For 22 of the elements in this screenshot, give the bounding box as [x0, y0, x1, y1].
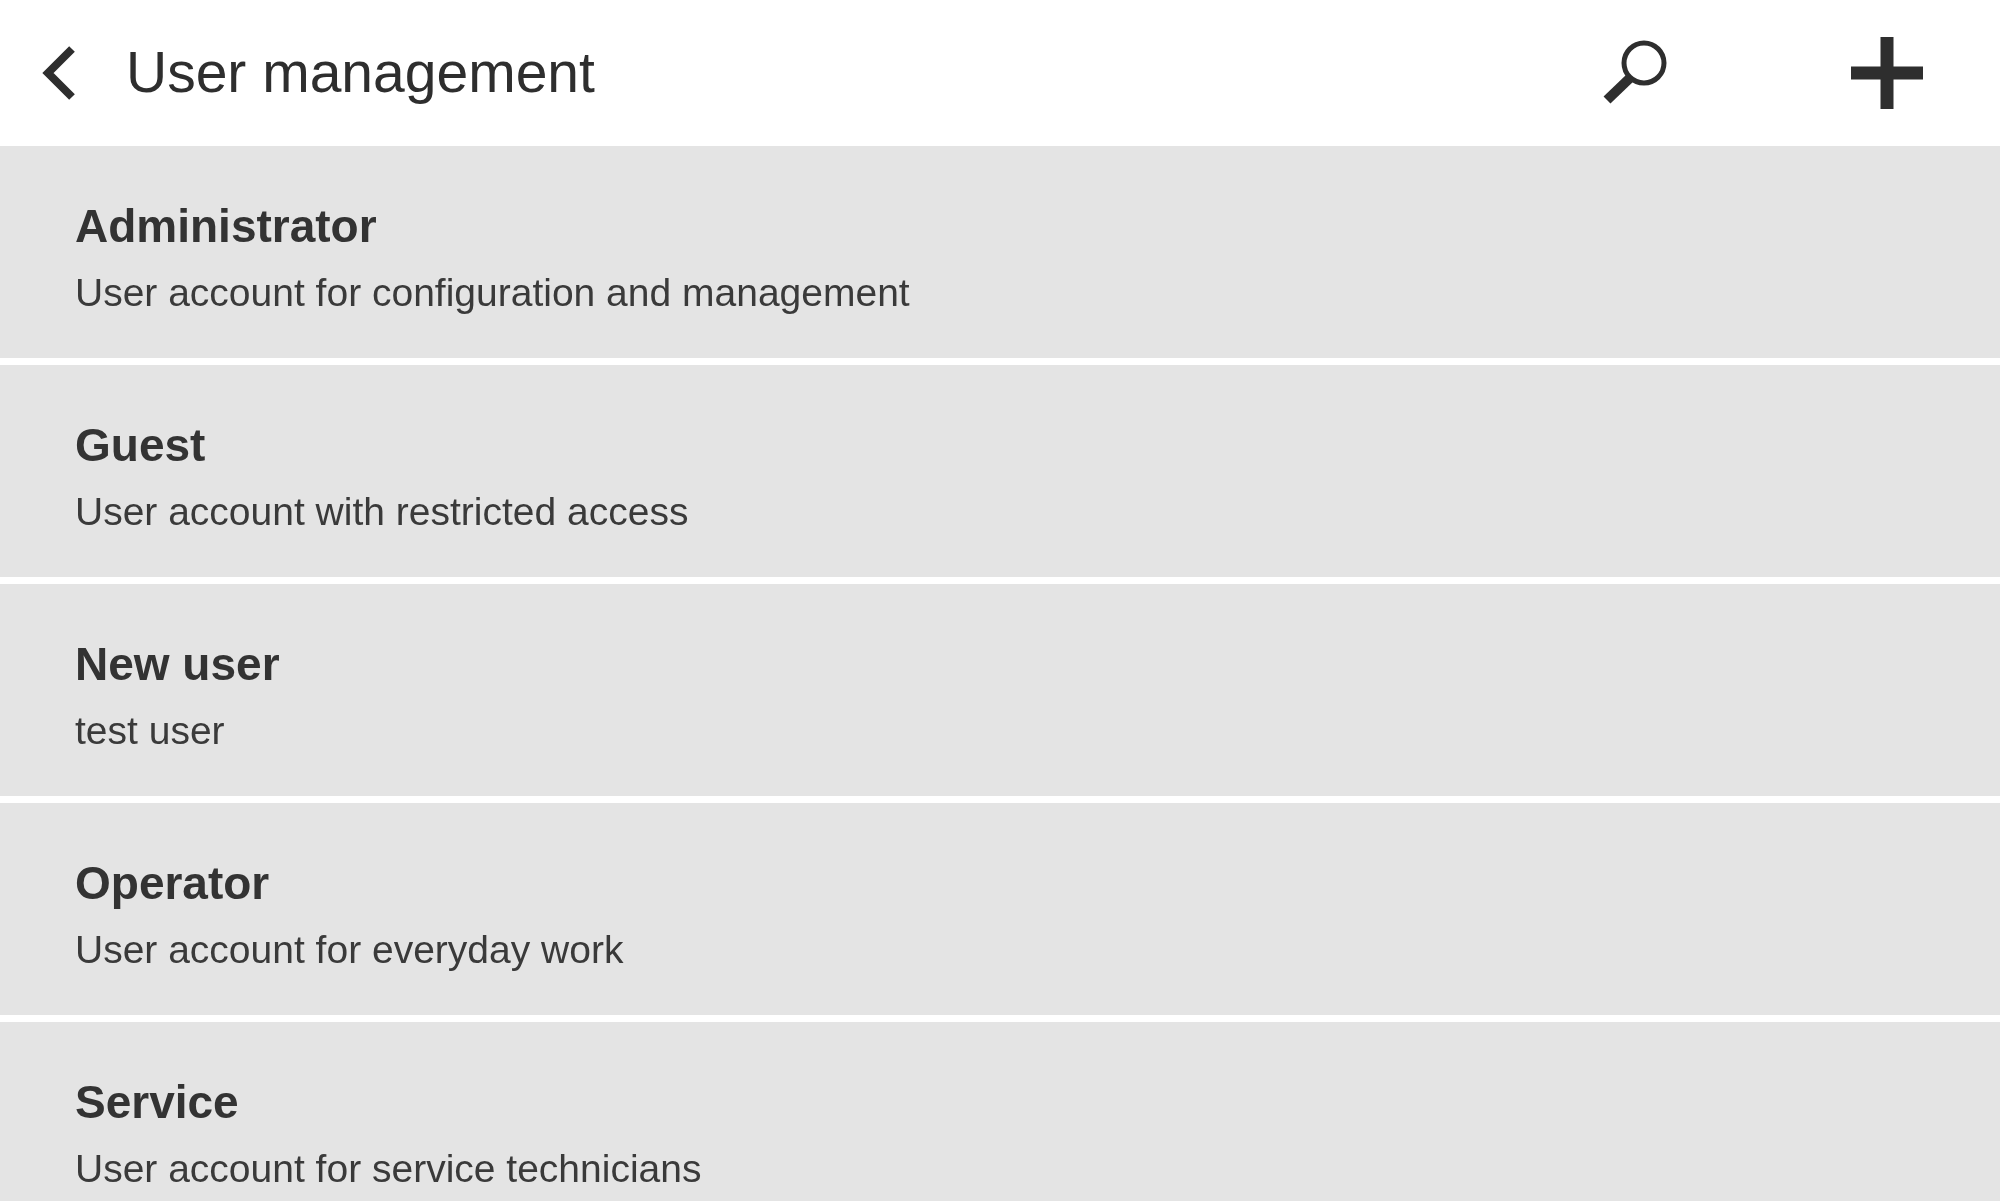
user-name: New user [75, 638, 280, 691]
back-button[interactable] [40, 44, 78, 102]
add-button[interactable] [1851, 37, 1923, 109]
user-name: Guest [75, 419, 206, 472]
user-description: User account with restricted access [75, 489, 689, 535]
plus-icon [1851, 37, 1923, 109]
user-description: User account for service technicians [75, 1146, 702, 1192]
user-list-item[interactable]: Administrator User account for configuration and management [0, 146, 2000, 358]
user-list-item[interactable]: Guest User account with restricted access [0, 365, 2000, 577]
user-name: Administrator [75, 200, 377, 253]
user-name: Service [75, 1076, 239, 1129]
search-button[interactable] [1602, 39, 1668, 107]
user-name: Operator [75, 857, 270, 910]
page-title: User management [126, 40, 595, 106]
user-list-item[interactable]: Operator User account for everyday work [0, 803, 2000, 1015]
user-description: test user [75, 708, 225, 754]
search-icon [1602, 39, 1668, 107]
chevron-left-icon [40, 44, 78, 102]
user-description: User account for everyday work [75, 927, 624, 973]
user-list-item[interactable]: New user test user [0, 584, 2000, 796]
user-list-item[interactable]: Service User account for service technicians [0, 1022, 2000, 1201]
user-description: User account for configuration and management [75, 270, 910, 316]
